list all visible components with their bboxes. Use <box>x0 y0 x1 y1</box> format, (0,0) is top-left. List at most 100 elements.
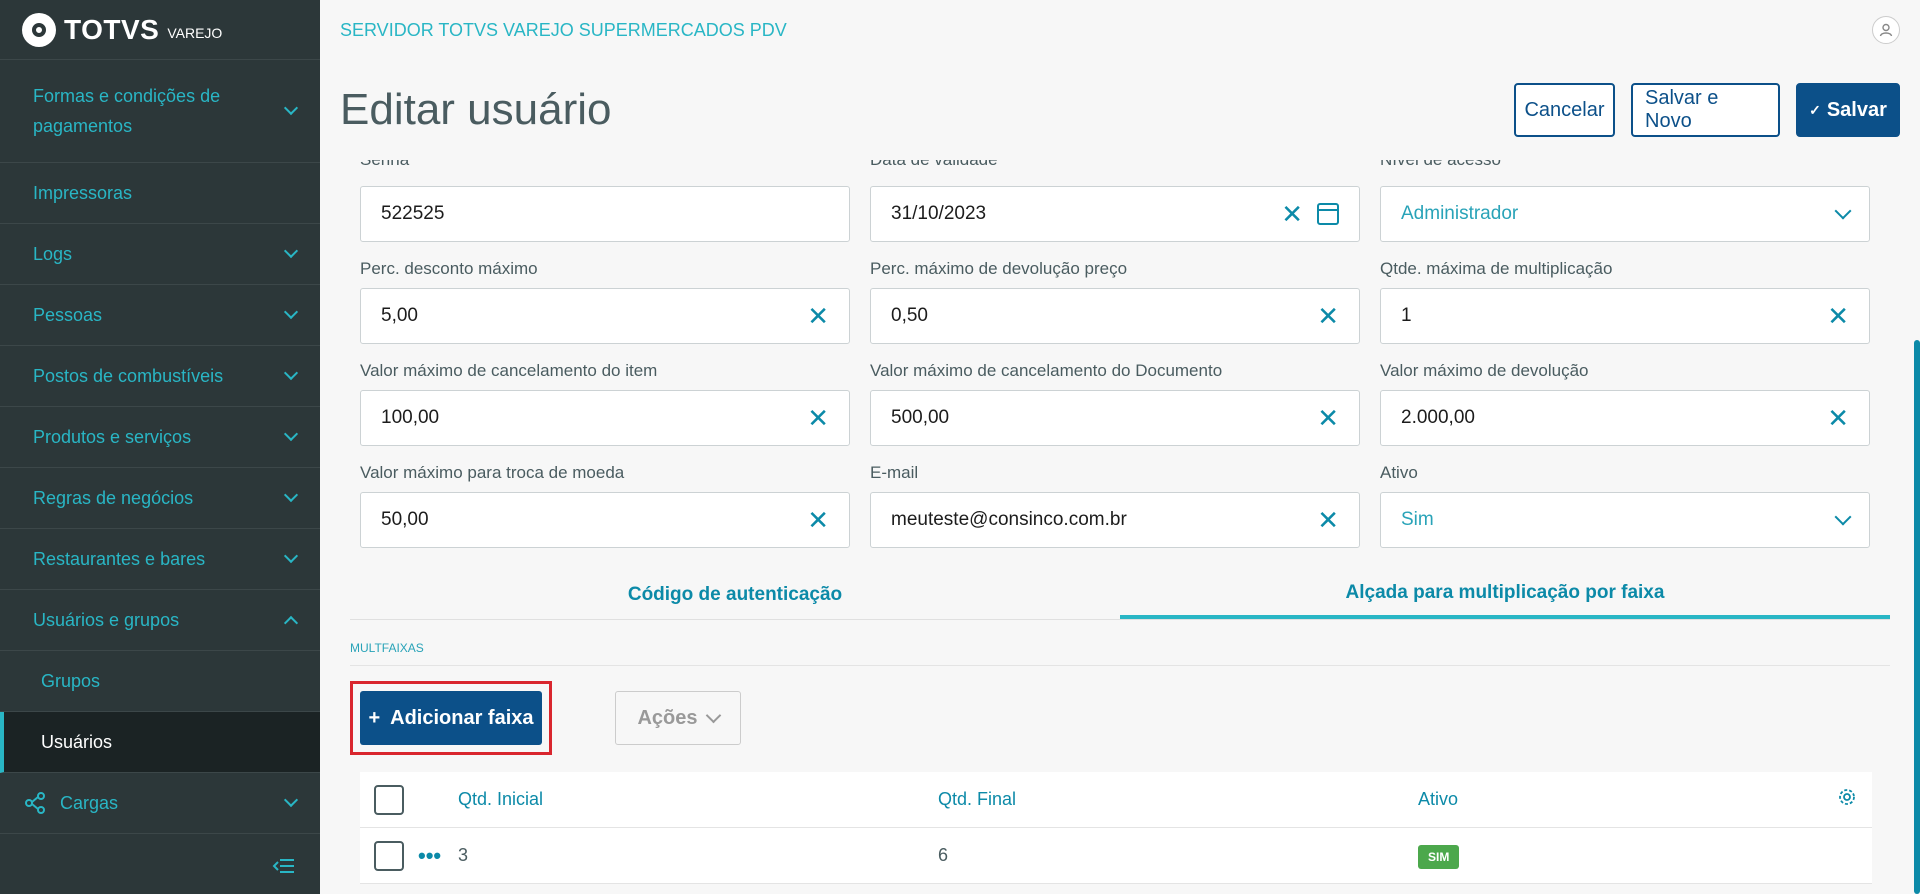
canc-doc-field: Valor máximo de cancelamento do Document… <box>870 358 1360 446</box>
cancel-button[interactable]: Cancelar <box>1514 83 1615 137</box>
devolucao-field: Valor máximo de devolução 2.000,00 ✕ <box>1380 358 1870 446</box>
save-label: Salvar <box>1826 98 1887 121</box>
chevron-down-icon <box>283 304 299 320</box>
chevron-down-icon <box>705 707 721 723</box>
sidebar-item-cargas[interactable]: Cargas <box>0 773 320 834</box>
validade-value: 31/10/2023 <box>891 203 987 224</box>
calendar-icon[interactable] <box>1317 203 1339 225</box>
sidebar-item-regras[interactable]: Regras de negócios <box>0 468 320 529</box>
scrollbar[interactable] <box>1914 340 1920 894</box>
devolucao-preco-value: 0,50 <box>891 305 928 326</box>
sidebar-item-label: Impressoras <box>33 182 133 203</box>
devolucao-value: 2.000,00 <box>1401 407 1475 428</box>
chevron-up-icon <box>283 615 299 631</box>
sidebar-item-impressoras[interactable]: Impressoras <box>0 163 320 224</box>
select-all-checkbox[interactable] <box>374 784 404 815</box>
canc-doc-input[interactable]: 500,00 ✕ <box>870 390 1360 446</box>
sidebar-item-postos[interactable]: Postos de combustíveis <box>0 346 320 407</box>
tabs: Código de autenticação Alçada para multi… <box>350 570 1890 620</box>
senha-input[interactable]: 522525 <box>360 186 850 242</box>
close-icon[interactable]: ✕ <box>807 303 829 329</box>
canc-doc-label: Valor máximo de cancelamento do Document… <box>870 361 1223 380</box>
sidebar-item-label: Produtos e serviços <box>33 426 192 447</box>
header-qtd-final[interactable]: Qtd. Final <box>938 789 1418 810</box>
chevron-down-icon <box>283 365 299 381</box>
tab-codigo-autenticacao[interactable]: Código de autenticação <box>350 570 1120 619</box>
sidebar-item-usuarios[interactable]: Usuários <box>0 712 320 773</box>
close-icon[interactable]: ✕ <box>807 507 829 533</box>
sidebar-item-label: Cargas <box>60 792 119 813</box>
page-title: Editar usuário <box>340 85 612 134</box>
sidebar-item-usuarios-grupos[interactable]: Usuários e grupos <box>0 590 320 651</box>
sidebar-item-label: Logs <box>33 243 73 264</box>
close-icon[interactable]: ✕ <box>807 405 829 431</box>
devolucao-preco-label: Perc. máximo de devolução preço <box>870 259 1128 278</box>
brand-name: TOTVS <box>64 13 160 45</box>
save-button[interactable]: ✓ Salvar <box>1796 83 1900 137</box>
senha-value: 522525 <box>381 203 445 224</box>
section-label: MULTFAIXAS <box>350 641 1890 666</box>
user-icon[interactable] <box>1872 16 1900 44</box>
chevron-down-icon <box>283 792 299 808</box>
sidebar: TOTVS VAREJO Formas e condições de pagam… <box>0 0 320 894</box>
nivel-select[interactable]: Administrador <box>1380 186 1870 242</box>
close-icon[interactable]: ✕ <box>1827 405 1849 431</box>
cell-qtd-inicial: 3 <box>458 845 469 865</box>
close-icon[interactable]: ✕ <box>1317 507 1339 533</box>
collapse-row <box>0 838 320 894</box>
devolucao-preco-input[interactable]: 0,50 ✕ <box>870 288 1360 344</box>
collapse-menu-icon[interactable] <box>272 856 296 876</box>
sidebar-item-restaurantes[interactable]: Restaurantes e bares <box>0 529 320 590</box>
faixas-table: Qtd. Inicial Qtd. Final Ativo ••• 3 6 SI… <box>360 772 1872 884</box>
page-header: Editar usuário Cancelar Salvar e Novo ✓ … <box>320 60 1920 160</box>
topbar: SERVIDOR TOTVS VAREJO SUPERMERCADOS PDV <box>320 0 1920 60</box>
senha-label: Senha <box>360 160 850 186</box>
share-icon <box>25 792 45 814</box>
close-icon[interactable]: ✕ <box>1317 303 1339 329</box>
validade-field: Data de validade 31/10/2023 ✕ <box>870 160 1360 242</box>
devolucao-input[interactable]: 2.000,00 ✕ <box>1380 390 1870 446</box>
gear-icon[interactable] <box>1838 788 1856 811</box>
ativo-value: Sim <box>1401 509 1434 530</box>
troca-input[interactable]: 50,00 ✕ <box>360 492 850 548</box>
close-icon[interactable]: ✕ <box>1317 405 1339 431</box>
ativo-field: Ativo Sim <box>1380 460 1870 548</box>
header-ativo[interactable]: Ativo <box>1418 789 1818 810</box>
save-new-button[interactable]: Salvar e Novo <box>1631 83 1780 137</box>
sidebar-item-logs[interactable]: Logs <box>0 224 320 285</box>
sidebar-item-label: Regras de negócios <box>33 487 194 508</box>
multiplicacao-input[interactable]: 1 ✕ <box>1380 288 1870 344</box>
select-all-cell <box>360 784 418 815</box>
validade-input[interactable]: 31/10/2023 ✕ <box>870 186 1360 242</box>
highlight-box: + Adicionar faixa <box>350 681 552 755</box>
email-input[interactable]: meuteste@consinco.com.br ✕ <box>870 492 1360 548</box>
canc-doc-value: 500,00 <box>891 407 950 428</box>
sidebar-item-pessoas[interactable]: Pessoas <box>0 285 320 346</box>
row-checkbox[interactable] <box>374 840 404 871</box>
sidebar-item-produtos[interactable]: Produtos e serviços <box>0 407 320 468</box>
close-icon[interactable]: ✕ <box>1281 201 1303 227</box>
tab-alcada-multiplicacao[interactable]: Alçada para multiplicação por faixa <box>1120 570 1890 619</box>
canc-item-input[interactable]: 100,00 ✕ <box>360 390 850 446</box>
sidebar-item-pagamentos[interactable]: Formas e condições de pagamentos <box>0 60 320 163</box>
status-badge: SIM <box>1418 845 1460 869</box>
desconto-input[interactable]: 5,00 ✕ <box>360 288 850 344</box>
acoes-button[interactable]: Ações <box>615 691 741 745</box>
nivel-field: Nível de acesso Administrador <box>1380 160 1870 242</box>
desconto-field: Perc. desconto máximo 5,00 ✕ <box>360 256 850 344</box>
close-icon[interactable]: ✕ <box>1827 303 1849 329</box>
multiplicacao-value: 1 <box>1401 305 1412 326</box>
multiplicacao-field: Qtde. máxima de multiplicação 1 ✕ <box>1380 256 1870 344</box>
sidebar-item-label: Restaurantes e bares <box>33 548 206 569</box>
canc-item-field: Valor máximo de cancelamento do item 100… <box>360 358 850 446</box>
header-qtd-inicial[interactable]: Qtd. Inicial <box>458 789 938 810</box>
email-field: E-mail meuteste@consinco.com.br ✕ <box>870 460 1360 548</box>
add-faixa-button[interactable]: + Adicionar faixa <box>360 691 542 745</box>
row-select-cell <box>360 840 418 871</box>
chevron-down-icon <box>283 487 299 503</box>
sidebar-item-grupos[interactable]: Grupos <box>0 651 320 712</box>
devolucao-preco-field: Perc. máximo de devolução preço 0,50 ✕ <box>870 256 1360 344</box>
multiplicacao-label: Qtde. máxima de multiplicação <box>1380 259 1613 278</box>
row-actions-icon[interactable]: ••• <box>418 843 458 869</box>
ativo-select[interactable]: Sim <box>1380 492 1870 548</box>
